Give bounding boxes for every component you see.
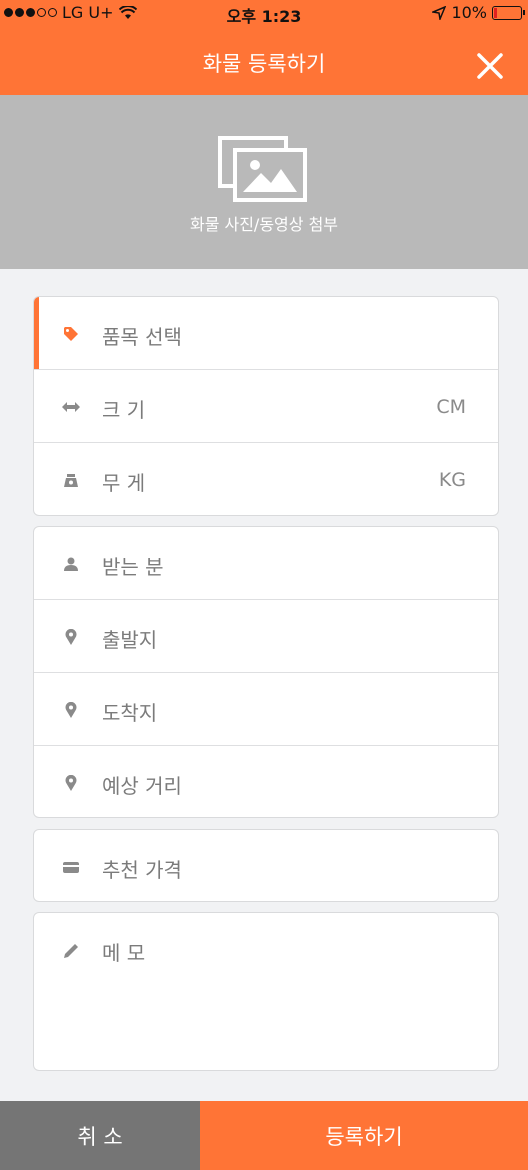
status-bar: LG U+ 오후 1:23 10%: [0, 0, 528, 26]
submit-button[interactable]: 등록하기: [200, 1101, 528, 1170]
price-row[interactable]: 추천 가격: [34, 830, 498, 901]
resize-arrows-icon: [62, 398, 80, 416]
origin-label: 출발지: [102, 628, 158, 652]
price-card: 추천 가격: [33, 829, 499, 902]
recipient-label: 받는 분: [102, 555, 164, 579]
weight-row[interactable]: 무 게 KG: [34, 443, 498, 515]
weight-unit: KG: [438, 469, 466, 491]
cargo-info-card: 품목 선택 크 기 CM 무 게 KG: [33, 296, 499, 516]
pencil-icon: [62, 941, 80, 959]
size-row[interactable]: 크 기 CM: [34, 370, 498, 443]
item-select-row[interactable]: 품목 선택: [34, 297, 498, 370]
photo-attach-area[interactable]: 화물 사진/동영상 첨부: [0, 95, 528, 269]
item-select-label: 품목 선택: [102, 325, 182, 349]
map-pin-icon: [62, 774, 80, 792]
map-pin-icon: [62, 701, 80, 719]
memo-card[interactable]: 메 모: [33, 912, 499, 1071]
image-gallery-icon: [218, 136, 307, 202]
active-indicator: [34, 297, 39, 369]
battery-icon: [492, 5, 525, 20]
cancel-button[interactable]: 취 소: [0, 1101, 200, 1170]
photo-attach-label: 화물 사진/동영상 첨부: [189, 215, 339, 234]
location-arrow-icon: [432, 5, 447, 20]
distance-label: 예상 거리: [102, 774, 182, 798]
recipient-row[interactable]: 받는 분: [34, 527, 498, 600]
map-pin-icon: [62, 628, 80, 646]
origin-row[interactable]: 출발지: [34, 600, 498, 673]
credit-card-icon: [62, 858, 80, 876]
battery-percent: 10%: [451, 3, 487, 22]
destination-label: 도착지: [102, 701, 158, 725]
close-icon[interactable]: [476, 52, 504, 80]
size-label: 크 기: [102, 398, 146, 422]
destination-row[interactable]: 도착지: [34, 673, 498, 746]
size-unit: CM: [436, 396, 466, 418]
person-icon: [62, 555, 80, 573]
route-info-card: 받는 분 출발지 도착지 예상 거리: [33, 526, 499, 818]
bottom-action-bar: 취 소 등록하기: [0, 1101, 528, 1170]
weight-label: 무 게: [102, 471, 146, 495]
price-label: 추천 가격: [102, 858, 182, 882]
page-title: 화물 등록하기: [202, 52, 326, 76]
scale-icon: [62, 471, 80, 489]
app-header: 화물 등록하기: [0, 26, 528, 95]
tag-icon: [62, 325, 80, 343]
distance-row[interactable]: 예상 거리: [34, 746, 498, 817]
memo-row[interactable]: 메 모: [34, 913, 498, 986]
memo-label: 메 모: [102, 941, 146, 965]
